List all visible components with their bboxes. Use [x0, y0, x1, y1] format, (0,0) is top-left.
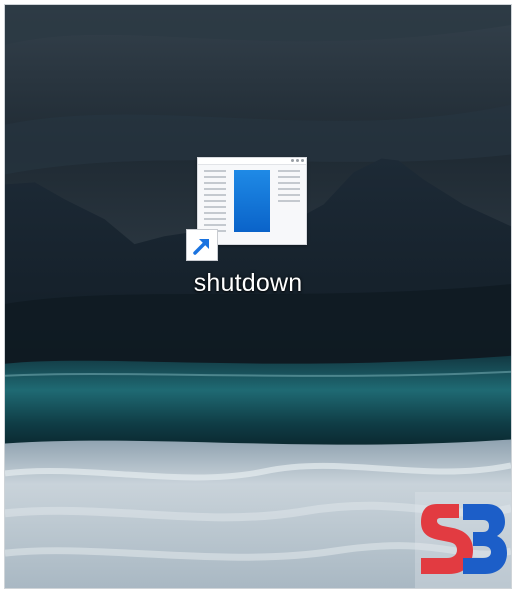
- titlebar-dot: [296, 159, 299, 162]
- sb-logo: [415, 492, 511, 588]
- app-sidebar-lines: [204, 170, 226, 236]
- app-window-shortcut-icon: [186, 153, 310, 265]
- titlebar-dot: [291, 159, 294, 162]
- desktop-icon-label: shutdown: [193, 269, 303, 297]
- desktop-shortcut-shutdown[interactable]: shutdown: [175, 153, 321, 311]
- app-window-titlebar: [198, 158, 306, 165]
- titlebar-dot: [301, 159, 304, 162]
- app-right-lines: [278, 170, 300, 206]
- shortcut-arrow-icon: [186, 229, 218, 261]
- desktop-screenshot: shutdown: [4, 4, 512, 589]
- app-content-panel: [234, 170, 270, 232]
